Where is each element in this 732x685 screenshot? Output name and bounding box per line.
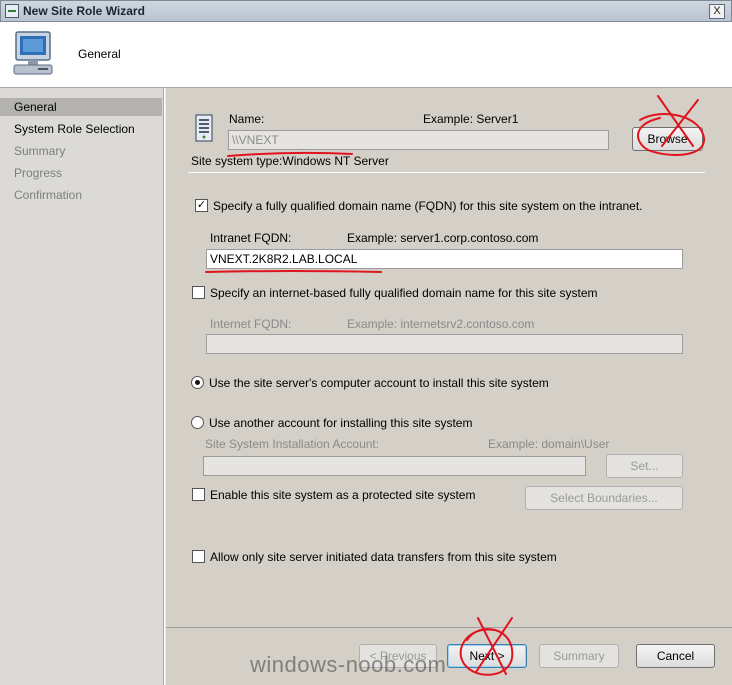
wizard-steps: General System Role Selection Summary Pr… bbox=[0, 88, 164, 685]
another-account-radio-label[interactable]: Use another account for installing this … bbox=[209, 416, 472, 430]
browse-button[interactable]: Browse bbox=[632, 127, 703, 151]
another-account-radio[interactable] bbox=[191, 416, 204, 429]
select-boundaries-button[interactable]: Select Boundaries... bbox=[525, 486, 683, 510]
name-field[interactable]: \\VNEXT bbox=[228, 130, 609, 150]
summary-button[interactable]: Summary bbox=[539, 644, 619, 668]
wizard-header: General bbox=[0, 22, 732, 88]
server-icon bbox=[195, 114, 213, 142]
internet-fqdn-input[interactable] bbox=[206, 334, 683, 354]
close-button[interactable]: X bbox=[709, 4, 725, 19]
allow-only-checkbox-label[interactable]: Allow only site server initiated data tr… bbox=[210, 550, 557, 564]
allow-only-checkbox[interactable] bbox=[192, 550, 205, 563]
intranet-fqdn-example: Example: server1.corp.contoso.com bbox=[347, 231, 539, 245]
computer-icon bbox=[13, 31, 53, 75]
step-progress: Progress bbox=[14, 166, 63, 180]
step-summary: Summary bbox=[14, 144, 66, 158]
step-confirmation: Confirmation bbox=[14, 188, 83, 202]
step-system-role-selection[interactable]: System Role Selection bbox=[0, 120, 162, 138]
fqdn-checkbox-label[interactable]: Specify a fully qualified domain name (F… bbox=[213, 199, 643, 213]
install-account-label: Site System Installation Account: bbox=[205, 437, 380, 451]
server-account-radio-label[interactable]: Use the site server's computer account t… bbox=[209, 376, 549, 390]
next-button[interactable]: Next > bbox=[447, 644, 527, 668]
internet-fqdn-label: Internet FQDN: bbox=[210, 317, 292, 331]
install-account-example: Example: domain\User bbox=[488, 437, 610, 451]
install-account-input[interactable] bbox=[203, 456, 586, 476]
general-page: Name: Example: Server1 \\VNEXT Browse Si… bbox=[165, 88, 732, 685]
cancel-button[interactable]: Cancel bbox=[636, 644, 715, 668]
wizard-icon bbox=[5, 4, 19, 18]
name-example: Example: Server1 bbox=[423, 112, 519, 126]
step-general[interactable]: General bbox=[0, 98, 162, 116]
fqdn-checkbox[interactable]: ✓ bbox=[195, 199, 208, 212]
intranet-fqdn-input[interactable]: VNEXT.2K8R2.LAB.LOCAL bbox=[206, 249, 683, 269]
title-bar: New Site Role Wizard X bbox=[0, 0, 732, 22]
site-system-type: Site system type:Windows NT Server bbox=[191, 154, 389, 168]
set-button[interactable]: Set... bbox=[606, 454, 683, 478]
watermark-text: windows-noob.com bbox=[250, 652, 447, 677]
separator bbox=[188, 172, 705, 173]
protected-checkbox-label[interactable]: Enable this site system as a protected s… bbox=[210, 488, 475, 502]
intranet-fqdn-label: Intranet FQDN: bbox=[210, 231, 292, 245]
protected-checkbox[interactable] bbox=[192, 488, 205, 501]
internet-fqdn-example: Example: internetsrv2.contoso.com bbox=[347, 317, 535, 331]
window-title: New Site Role Wizard bbox=[23, 4, 145, 18]
page-title: General bbox=[78, 47, 121, 61]
server-account-radio[interactable] bbox=[191, 376, 204, 389]
name-label: Name: bbox=[229, 112, 265, 126]
internet-fqdn-checkbox[interactable] bbox=[192, 286, 205, 299]
internet-fqdn-checkbox-label[interactable]: Specify an internet-based fully qualifie… bbox=[210, 286, 598, 300]
